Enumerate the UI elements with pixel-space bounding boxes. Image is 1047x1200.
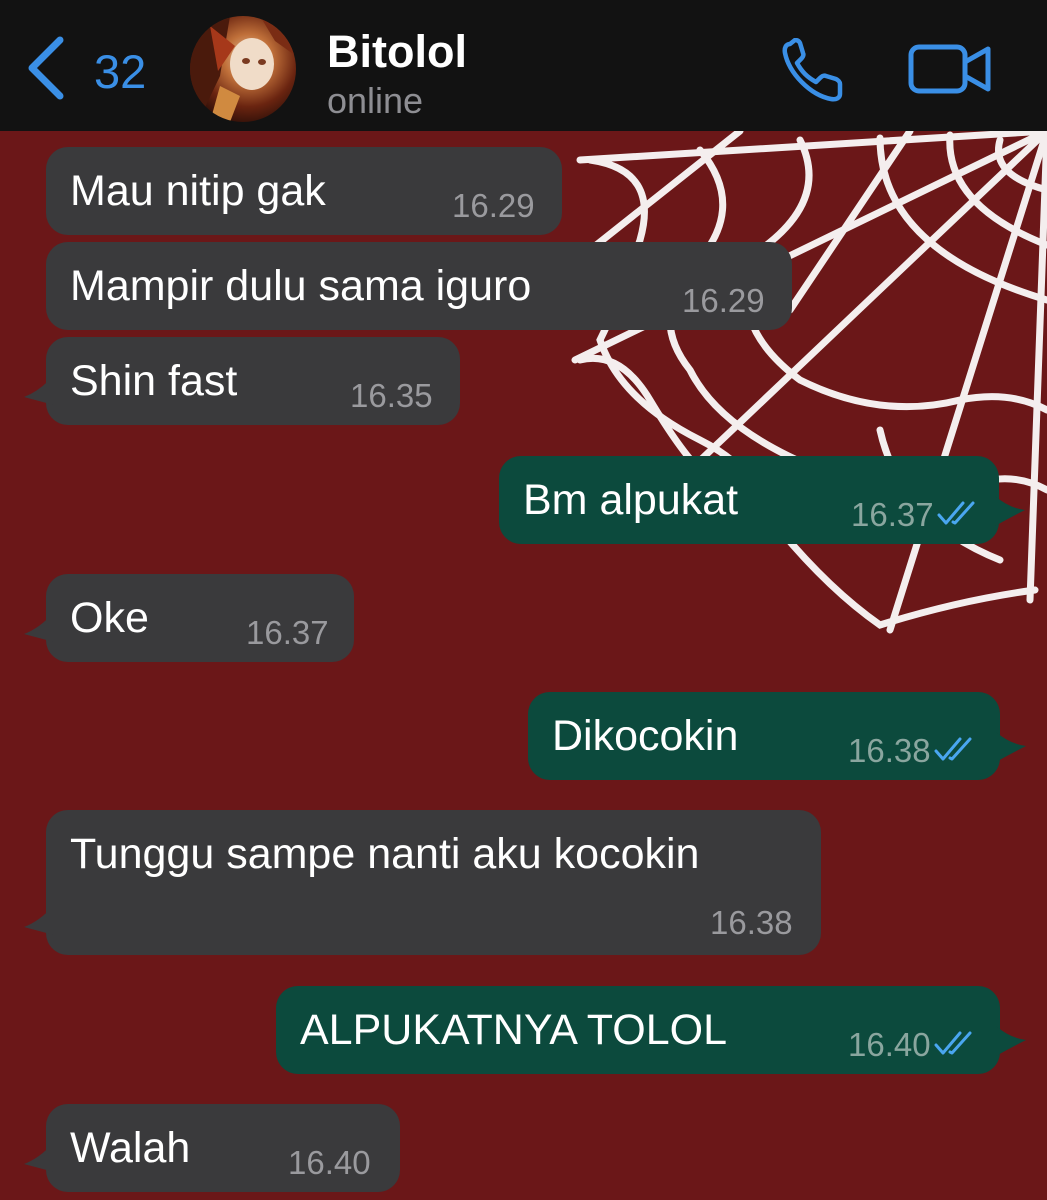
message-text: Tunggu sampe nanti aku kocokin <box>70 830 700 878</box>
message-text: Dikocokin <box>552 712 739 760</box>
contact-status: online <box>327 80 424 121</box>
message-text: Bm alpukat <box>523 476 739 524</box>
incoming-message[interactable]: Mampir dulu sama iguro 16.29 <box>46 242 792 330</box>
message-time: 16.40 <box>848 1026 931 1063</box>
read-receipt-icon <box>934 737 972 761</box>
bubble-tail <box>996 732 1026 762</box>
incoming-message[interactable]: Mau nitip gak 16.29 <box>46 147 562 235</box>
bubble-tail <box>24 612 54 642</box>
message-time: 16.37 <box>851 496 934 533</box>
bubble-tail <box>24 375 54 405</box>
message-time: 16.35 <box>350 377 433 414</box>
message-time: 16.38 <box>848 732 931 769</box>
message-time: 16.38 <box>710 904 793 941</box>
video-camera-icon[interactable] <box>908 42 992 96</box>
chat-header: 32 Bitolol online <box>0 0 1047 131</box>
contact-name[interactable]: Bitolol <box>327 26 467 78</box>
incoming-message[interactable]: Shin fast 16.35 <box>24 337 460 425</box>
message-text: Mampir dulu sama iguro <box>70 262 532 310</box>
bubble-tail <box>996 1026 1026 1056</box>
message-time: 16.37 <box>246 614 329 651</box>
message-text: Oke <box>70 594 149 642</box>
message-text: Walah <box>70 1124 191 1172</box>
incoming-message[interactable]: Walah 16.40 <box>24 1104 400 1192</box>
avatar[interactable] <box>190 16 296 122</box>
unread-count[interactable]: 32 <box>94 44 146 99</box>
outgoing-message[interactable]: Dikocokin 16.38 <box>528 692 1026 780</box>
message-time: 16.29 <box>452 187 535 224</box>
message-time: 16.40 <box>288 1144 371 1181</box>
bubble-tail <box>24 905 54 935</box>
outgoing-message[interactable]: Bm alpukat 16.37 <box>499 456 1025 544</box>
phone-icon[interactable] <box>780 38 846 104</box>
read-receipt-icon <box>937 501 975 525</box>
message-text: Shin fast <box>70 357 238 405</box>
read-receipt-icon <box>934 1031 972 1055</box>
bubble-tail <box>24 1142 54 1172</box>
incoming-message[interactable]: Tunggu sampe nanti aku kocokin 16.38 <box>24 810 821 955</box>
message-time: 16.29 <box>682 282 765 319</box>
message-text: ALPUKATNYA TOLOL <box>300 1006 727 1054</box>
chevron-left-icon[interactable] <box>26 36 66 100</box>
message-text: Mau nitip gak <box>70 167 326 215</box>
outgoing-message[interactable]: ALPUKATNYA TOLOL 16.40 <box>276 986 1026 1074</box>
bubble-tail <box>995 496 1025 526</box>
incoming-message[interactable]: Oke 16.37 <box>24 574 354 662</box>
